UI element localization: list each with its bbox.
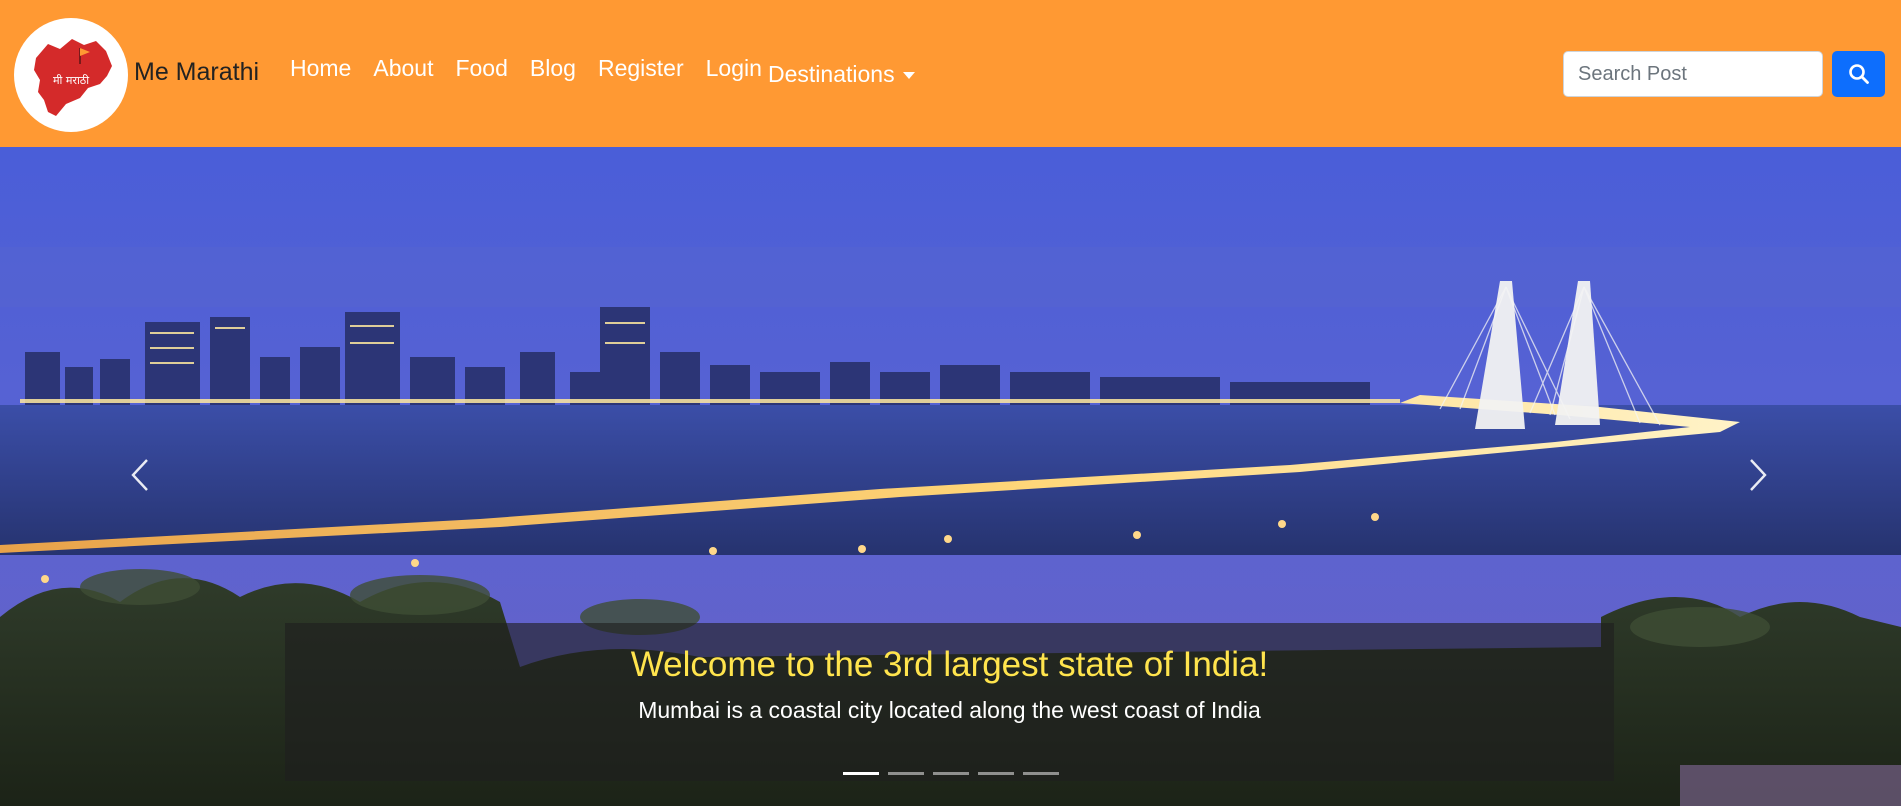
brand-name[interactable]: Me Marathi [134, 58, 259, 87]
hero-carousel: Welcome to the 3rd largest state of Indi… [0, 147, 1901, 806]
nav-link-about[interactable]: About [373, 55, 433, 82]
carousel-indicators [0, 772, 1901, 775]
nav-link-register[interactable]: Register [598, 55, 684, 82]
nav-link-login[interactable]: Login [706, 55, 762, 82]
caption-text: Mumbai is a coastal city located along t… [638, 697, 1261, 723]
carousel-prev-button[interactable] [110, 445, 170, 505]
page: मी मराठी Me Marathi Home About Food Blog… [0, 0, 1901, 806]
nav-links: Home About Food Blog Register Login [290, 55, 784, 82]
search-button[interactable] [1832, 51, 1885, 97]
chevron-right-icon [1750, 459, 1767, 491]
nav-link-food[interactable]: Food [455, 55, 507, 82]
caret-down-icon [902, 72, 915, 79]
destinations-dropdown[interactable]: Destinations [768, 61, 915, 88]
svg-text:मी मराठी: मी मराठी [53, 74, 89, 87]
carousel-indicator-4[interactable] [977, 772, 1014, 775]
nav-link-home[interactable]: Home [290, 55, 351, 82]
destinations-dropdown-label: Destinations [768, 61, 895, 87]
carousel-indicator-1[interactable] [842, 772, 879, 775]
maharashtra-map-logo-icon: मी मराठी [34, 39, 112, 116]
search-icon [1848, 64, 1869, 84]
carousel-indicator-3[interactable] [932, 772, 969, 775]
carousel-indicator-5[interactable] [1022, 772, 1059, 775]
brand-logo[interactable]: मी मराठी [14, 18, 128, 132]
caption-title: Welcome to the 3rd largest state of Indi… [630, 645, 1269, 684]
nav-link-blog[interactable]: Blog [530, 55, 576, 82]
search-input[interactable] [1563, 51, 1823, 97]
carousel-next-button[interactable] [1728, 445, 1788, 505]
chevron-left-icon [131, 459, 148, 491]
navbar: मी मराठी Me Marathi Home About Food Blog… [0, 0, 1901, 147]
carousel-caption: Welcome to the 3rd largest state of Indi… [285, 623, 1614, 781]
carousel-indicator-2[interactable] [887, 772, 924, 775]
